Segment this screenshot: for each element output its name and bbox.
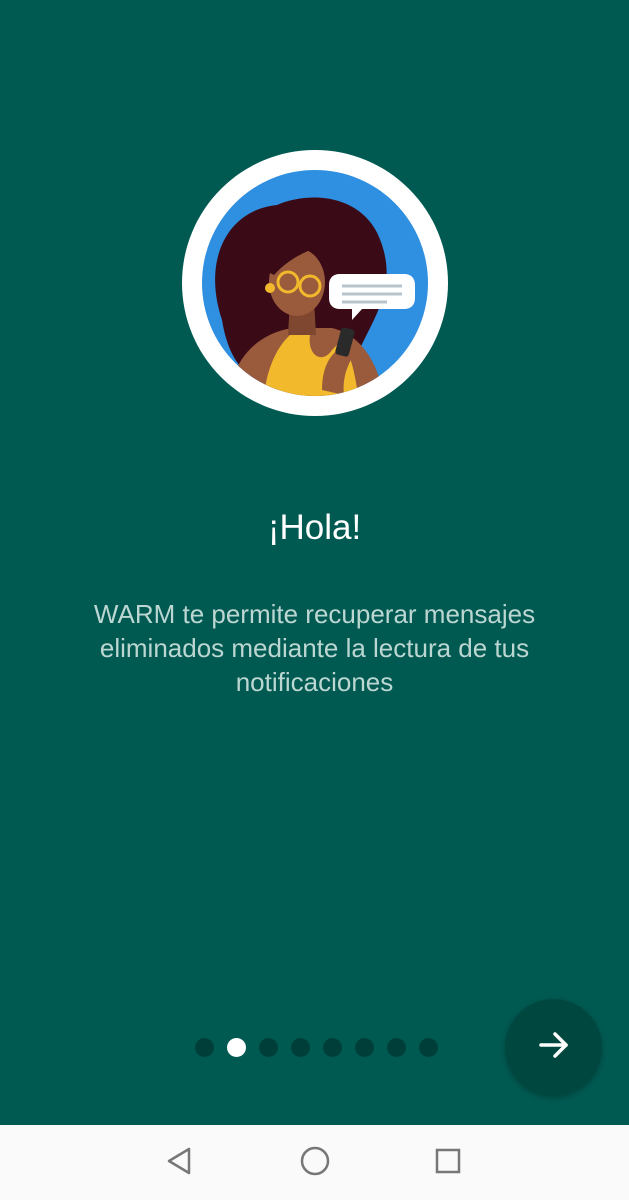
page-dot bbox=[259, 1038, 278, 1057]
recents-button[interactable] bbox=[429, 1144, 467, 1182]
arrow-right-icon bbox=[537, 1028, 571, 1067]
next-button[interactable] bbox=[505, 999, 602, 1096]
page-dot bbox=[291, 1038, 310, 1057]
page-dot bbox=[387, 1038, 406, 1057]
onboarding-screen: ¡Hola! WARM te permite recuperar mensaje… bbox=[0, 0, 629, 1125]
circle-home-icon bbox=[299, 1145, 331, 1182]
home-button[interactable] bbox=[296, 1144, 334, 1182]
back-button[interactable] bbox=[160, 1144, 198, 1182]
page-dot bbox=[419, 1038, 438, 1057]
page-indicator bbox=[195, 1038, 438, 1058]
page-dot bbox=[195, 1038, 214, 1057]
page-dot bbox=[355, 1038, 374, 1057]
onboarding-title: ¡Hola! bbox=[267, 508, 362, 547]
page-dot bbox=[323, 1038, 342, 1057]
woman-with-phone-illustration bbox=[182, 150, 448, 416]
onboarding-description: WARM te permite recuperar mensajes elimi… bbox=[93, 599, 536, 697]
square-recents-icon bbox=[433, 1146, 463, 1181]
page-dot-active bbox=[227, 1038, 246, 1057]
triangle-back-icon bbox=[164, 1146, 194, 1181]
